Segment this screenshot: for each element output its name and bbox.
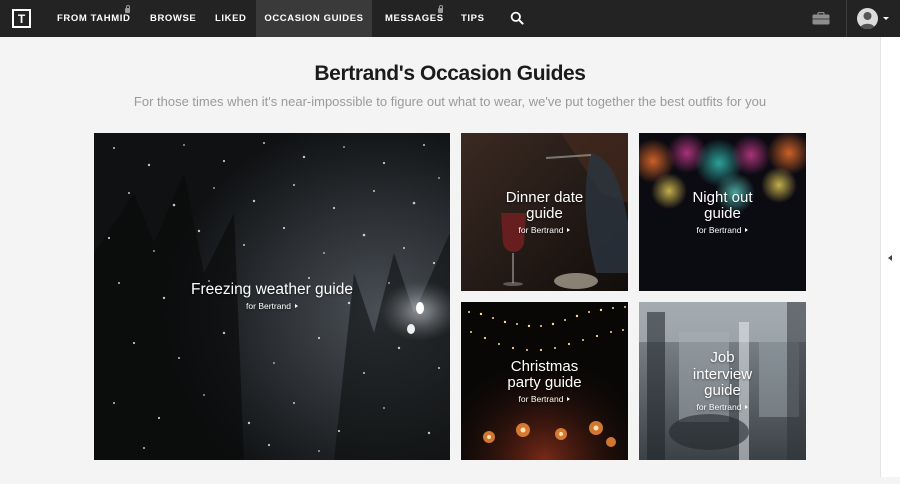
guide-title: Night out guide: [692, 188, 753, 222]
page-title: Bertrand's Occasion Guides: [314, 62, 586, 85]
chevron-left-icon[interactable]: [888, 255, 892, 261]
wardrobe-icon[interactable]: [812, 12, 830, 25]
guide-subtitle: for Bertrand: [519, 394, 571, 404]
nav-divider: [846, 0, 847, 37]
nav-item-occasion-guides[interactable]: OCCASION GUIDES: [256, 0, 372, 37]
guide-subtitle-text: for Bertrand: [518, 224, 564, 235]
guide-card-night-out[interactable]: Night out guide for Bertrand: [639, 133, 806, 291]
guide-card-christmas-party[interactable]: Christmas party guide for Bertrand: [461, 302, 628, 460]
page-subtitle: For those times when it's near-impossibl…: [133, 94, 767, 109]
guide-subtitle: for Bertrand: [697, 225, 749, 235]
guide-card-overlay: Christmas party guide for Bertrand: [461, 302, 628, 460]
guide-card-freezing-weather[interactable]: Freezing weather guide for Bertrand: [94, 133, 450, 460]
nav-item-label: TIPS: [461, 13, 485, 24]
logo[interactable]: T: [12, 9, 31, 28]
chevron-right-icon: [745, 227, 749, 232]
user-icon: [860, 12, 875, 29]
guide-subtitle: for Bertrand: [519, 225, 571, 235]
guide-card-dinner-date[interactable]: Dinner date guide for Bertrand: [461, 133, 628, 291]
guide-title: Job interview guide: [692, 349, 753, 400]
guide-title: Christmas party guide: [507, 357, 582, 391]
chevron-down-icon[interactable]: [883, 17, 889, 20]
nav-item-messages[interactable]: MESSAGES: [372, 0, 457, 37]
chevron-right-icon: [567, 396, 571, 401]
nav-item-label: LIKED: [215, 13, 247, 24]
nav-item-tips[interactable]: TIPS: [448, 0, 498, 37]
guide-subtitle-text: for Bertrand: [696, 224, 742, 235]
guide-subtitle-text: for Bertrand: [246, 300, 291, 311]
guide-subtitle: for Bertrand: [697, 402, 749, 412]
chevron-right-icon: [294, 303, 298, 308]
guide-card-overlay: Job interview guide for Bertrand: [639, 302, 806, 460]
guide-subtitle-text: for Bertrand: [696, 401, 742, 412]
guide-card-overlay: Night out guide for Bertrand: [639, 133, 806, 291]
nav-item-label: MESSAGES: [385, 13, 444, 24]
avatar[interactable]: [857, 8, 878, 29]
nav-item-label: FROM TAHMID: [57, 13, 131, 24]
guide-card-job-interview[interactable]: Job interview guide for Bertrand: [639, 302, 806, 460]
guide-subtitle-text: for Bertrand: [518, 393, 564, 404]
lock-icon: [125, 5, 130, 13]
guide-title: Freezing weather guide: [191, 281, 353, 299]
chevron-right-icon: [567, 227, 571, 232]
search-icon[interactable]: [510, 11, 524, 25]
nav-item-browse[interactable]: BROWSE: [137, 0, 209, 37]
nav-item-label: OCCASION GUIDES: [264, 13, 364, 24]
guide-subtitle: for Bertrand: [246, 301, 298, 311]
top-navbar: T FROM TAHMID BROWSE LIKED OCCASION GUID…: [0, 0, 900, 37]
guide-card-overlay: Dinner date guide for Bertrand: [461, 133, 628, 291]
guide-card-overlay: Freezing weather guide for Bertrand: [94, 133, 450, 460]
nav-item-label: BROWSE: [150, 13, 197, 24]
guide-title: Dinner date guide: [505, 188, 584, 222]
lock-icon: [438, 5, 443, 13]
nav-item-liked[interactable]: LIKED: [202, 0, 260, 37]
chevron-right-icon: [745, 404, 749, 409]
